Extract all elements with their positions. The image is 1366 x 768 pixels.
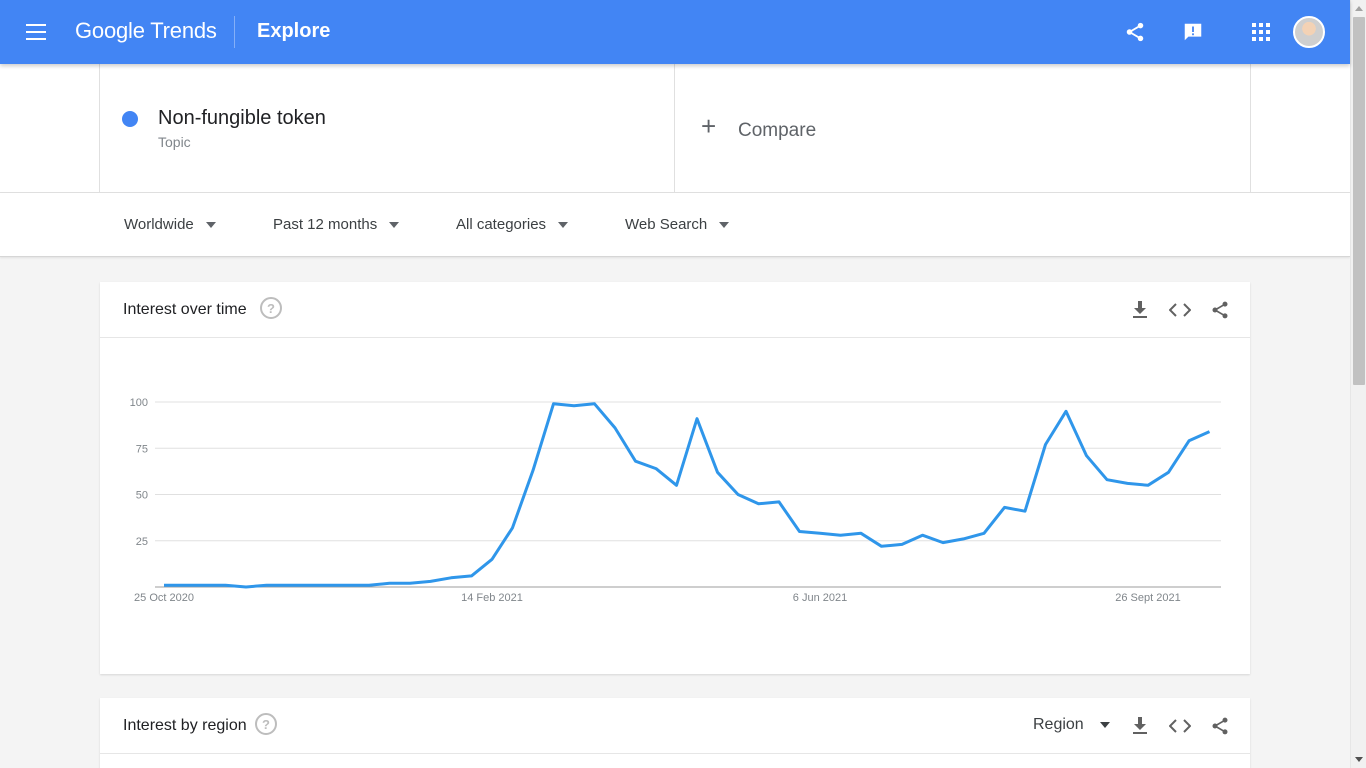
caret-down-icon xyxy=(1099,722,1110,728)
feedback-icon[interactable] xyxy=(1179,18,1207,46)
scroll-down-icon[interactable] xyxy=(1355,757,1363,762)
help-icon[interactable]: ? xyxy=(255,713,277,735)
x-tick-label: 6 Jun 2021 xyxy=(793,592,847,604)
caret-down-icon xyxy=(719,221,730,228)
search-type-filter-label: Web Search xyxy=(625,216,708,233)
caret-down-icon xyxy=(389,221,400,228)
region-resolution-label: Region xyxy=(1033,716,1084,733)
search-terms-bar: Non-fungible token Topic + Compare xyxy=(0,64,1350,193)
x-tick-label: 26 Sept 2021 xyxy=(1115,592,1180,604)
card-title: Interest over time xyxy=(123,301,247,318)
y-tick-label: 50 xyxy=(136,490,148,502)
category-filter[interactable]: All categories xyxy=(456,216,569,233)
interest-over-time-chart[interactable]: 25 50 75 100 25 Oct 2020 14 Feb 2021 6 Jun 20… xyxy=(100,338,1250,674)
series-color-dot xyxy=(122,111,138,127)
help-icon[interactable]: ? xyxy=(260,297,282,319)
search-term-type: Topic xyxy=(158,134,191,150)
series-line[interactable] xyxy=(164,402,1211,589)
search-type-filter[interactable]: Web Search xyxy=(625,216,730,233)
scroll-thumb[interactable] xyxy=(1353,17,1365,385)
time-filter-label: Past 12 months xyxy=(273,216,378,233)
embed-icon[interactable] xyxy=(1168,714,1192,738)
caret-down-icon xyxy=(205,221,216,228)
page-scrollbar[interactable] xyxy=(1350,0,1366,768)
time-filter[interactable]: Past 12 months xyxy=(273,216,400,233)
search-term-name[interactable]: Non-fungible token xyxy=(158,107,326,130)
x-tick-label: 14 Feb 2021 xyxy=(461,592,523,604)
embed-icon[interactable] xyxy=(1168,298,1192,322)
app-header: Google Trends Explore xyxy=(0,0,1350,64)
share-icon[interactable] xyxy=(1208,298,1232,322)
compare-button[interactable]: + Compare xyxy=(675,64,1251,193)
location-filter-label: Worldwide xyxy=(124,216,194,233)
category-filter-label: All categories xyxy=(456,216,547,233)
interest-over-time-card: Interest over time ? 25 50 75 100 25 Oct 20… xyxy=(100,282,1250,674)
google-trends-logo[interactable]: Google Trends xyxy=(75,18,217,44)
share-icon[interactable] xyxy=(1121,18,1149,46)
apps-icon[interactable] xyxy=(1247,18,1275,46)
interest-by-region-card: Interest by region ? Region xyxy=(100,698,1250,768)
compare-label: Compare xyxy=(738,120,817,141)
scroll-up-icon[interactable] xyxy=(1355,6,1363,11)
page-title: Explore xyxy=(257,20,331,42)
card-header: Interest by region ? Region xyxy=(100,698,1250,754)
card-title: Interest by region xyxy=(123,717,247,734)
download-icon[interactable] xyxy=(1128,714,1152,738)
filter-bar: Worldwide Past 12 months All categories … xyxy=(0,193,1350,257)
download-icon[interactable] xyxy=(1128,298,1152,322)
menu-icon[interactable] xyxy=(24,20,48,44)
y-tick-label: 75 xyxy=(136,443,148,455)
x-tick-label: 25 Oct 2020 xyxy=(134,592,194,604)
plus-icon: + xyxy=(701,111,717,141)
card-header: Interest over time ? xyxy=(100,282,1250,338)
header-divider xyxy=(234,16,235,48)
y-tick-label: 25 xyxy=(136,536,148,548)
y-tick-label: 100 xyxy=(130,397,148,409)
region-resolution-select[interactable]: Region xyxy=(1033,716,1110,734)
search-term-card[interactable]: Non-fungible token Topic xyxy=(99,64,675,193)
location-filter[interactable]: Worldwide xyxy=(124,216,216,233)
avatar[interactable] xyxy=(1293,16,1325,48)
caret-down-icon xyxy=(558,221,569,228)
share-icon[interactable] xyxy=(1208,714,1232,738)
